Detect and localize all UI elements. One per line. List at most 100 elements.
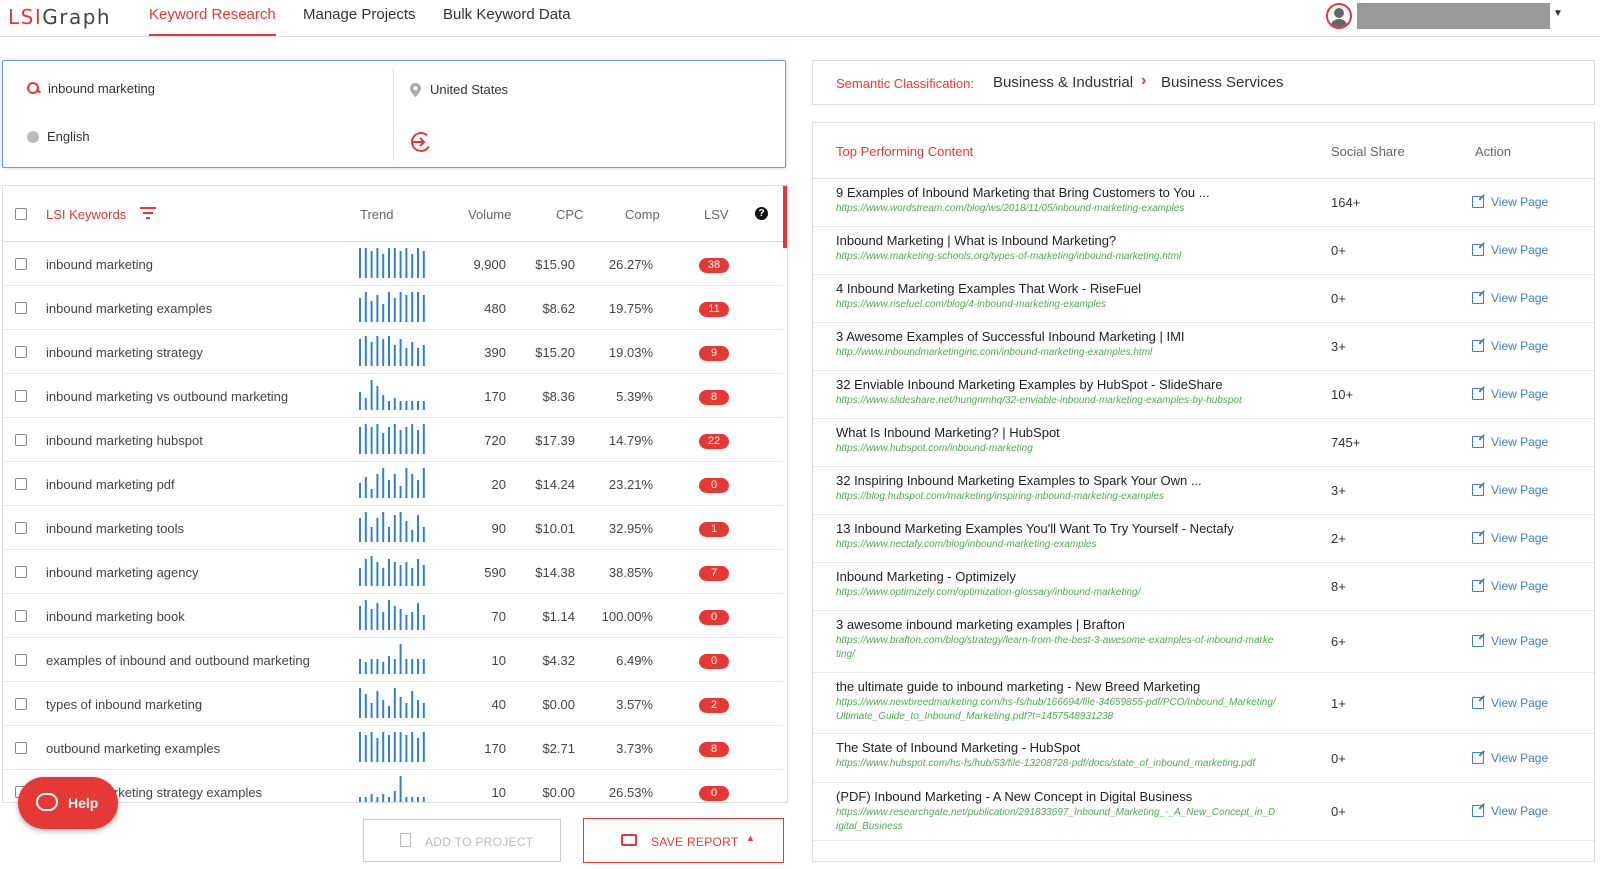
content-title[interactable]: (PDF) Inbound Marketing - A New Concept … [836, 789, 1192, 804]
content-title[interactable]: What Is Inbound Marketing? | HubSpot [836, 425, 1060, 440]
save-report-button[interactable]: SAVE REPORT ▲ [583, 818, 784, 863]
keyword-input[interactable]: inbound marketing [27, 81, 155, 96]
column-header-trend[interactable]: Trend [360, 207, 393, 222]
table-row[interactable]: examples of inbound and outbound marketi… [3, 638, 783, 682]
row-checkbox[interactable] [15, 698, 27, 710]
content-title[interactable]: 3 Awesome Examples of Successful Inbound… [836, 329, 1185, 344]
row-checkbox[interactable] [15, 346, 27, 358]
table-row[interactable]: inbound marketing 9,900 $15.90 26.27% 38 [3, 242, 783, 286]
content-url[interactable]: http://www.inboundmarketinginc.com/inbou… [836, 346, 1276, 360]
table-row[interactable]: outbound marketing examples 170 $2.71 3.73%… [3, 726, 783, 770]
view-page-link[interactable]: View Page [1472, 634, 1548, 648]
content-url[interactable]: https://blog.hubspot.com/marketing/inspi… [836, 490, 1276, 504]
keyword-cell[interactable]: inbound marketing hubspot [46, 433, 203, 448]
keyword-cell[interactable]: inbound marketing strategy [46, 345, 203, 360]
content-title[interactable]: Inbound Marketing - Optimizely [836, 569, 1016, 584]
row-checkbox[interactable] [15, 654, 27, 666]
table-row[interactable]: inbound marketing strategy examples 10 $0.… [3, 770, 783, 802]
view-page-link[interactable]: View Page [1472, 483, 1548, 497]
nav-manage-projects[interactable]: Manage Projects [303, 6, 416, 34]
content-url[interactable]: https://www.hubspot.com/hs-fs/hub/53/fil… [836, 757, 1276, 771]
nav-bulk-keyword-data[interactable]: Bulk Keyword Data [443, 6, 571, 34]
content-url[interactable]: https://www.optimizely.com/optimization-… [836, 586, 1276, 600]
chevron-down-icon[interactable]: ▼ [1553, 8, 1563, 19]
app-logo[interactable]: LSIGraph [8, 5, 111, 29]
avatar[interactable] [1326, 3, 1352, 29]
column-header-lsv[interactable]: LSV [704, 207, 729, 222]
view-page-link[interactable]: View Page [1472, 387, 1548, 401]
view-page-link[interactable]: View Page [1472, 435, 1548, 449]
view-page-link[interactable]: View Page [1472, 243, 1548, 257]
row-checkbox[interactable] [15, 258, 27, 270]
table-row[interactable]: inbound marketing tools 90 $10.01 32.95% 1 [3, 506, 783, 550]
content-url[interactable]: https://www.hubspot.com/inbound-marketin… [836, 442, 1276, 456]
keyword-cell[interactable]: types of inbound marketing [46, 697, 202, 712]
row-checkbox[interactable] [15, 610, 27, 622]
table-row[interactable]: inbound marketing examples 480 $8.62 19.75%… [3, 286, 783, 330]
row-checkbox[interactable] [15, 390, 27, 402]
table-row[interactable]: types of inbound marketing 40 $0.00 3.57% 2 [3, 682, 783, 726]
keyword-cell[interactable]: inbound marketing book [46, 609, 185, 624]
content-title[interactable]: 32 Enviable Inbound Marketing Examples b… [836, 377, 1223, 392]
location-select[interactable]: United States [410, 82, 508, 97]
row-checkbox[interactable] [15, 742, 27, 754]
table-row[interactable]: inbound marketing strategy 390 $15.20 19.03… [3, 330, 783, 374]
table-row[interactable]: inbound marketing vs outbound marketing 1… [3, 374, 783, 418]
add-to-project-button[interactable]: ADD TO PROJECT [363, 819, 561, 862]
table-row[interactable]: inbound marketing hubspot 720 $17.39 14.79%… [3, 418, 783, 462]
keyword-cell[interactable]: inbound marketing [46, 257, 153, 272]
nav-keyword-research[interactable]: Keyword Research [149, 6, 276, 36]
content-title[interactable]: 3 awesome inbound marketing examples | B… [836, 617, 1125, 632]
content-url[interactable]: https://www.risefuel.com/blog/4-inbound-… [836, 298, 1276, 312]
content-url[interactable]: https://www.newbreedmarketing.com/hs-fs/… [836, 696, 1276, 724]
row-checkbox[interactable] [15, 478, 27, 490]
user-name-redacted[interactable] [1357, 3, 1550, 29]
content-url[interactable]: https://www.slideshare.net/hungnmhq/32-e… [836, 394, 1276, 408]
keyword-cell[interactable]: outbound marketing examples [46, 741, 220, 756]
view-page-link[interactable]: View Page [1472, 531, 1548, 545]
row-checkbox[interactable] [15, 302, 27, 314]
search-submit-icon[interactable] [409, 130, 433, 154]
scrollbar-thumb[interactable] [783, 186, 787, 248]
content-url[interactable]: https://www.brafton.com/blog/strategy/le… [836, 634, 1276, 662]
table-row[interactable]: inbound marketing pdf 20 $14.24 23.21% 0 [3, 462, 783, 506]
table-row[interactable]: inbound marketing book 70 $1.14 100.00% 0 [3, 594, 783, 638]
content-title[interactable]: the ultimate guide to inbound marketing … [836, 679, 1200, 694]
row-checkbox[interactable] [15, 434, 27, 446]
table-row[interactable]: inbound marketing agency 590 $14.38 38.85% 7 [3, 550, 783, 594]
column-header-volume[interactable]: Volume [468, 207, 511, 222]
content-url[interactable]: https://www.researchgate.net/publication… [836, 806, 1276, 834]
keyword-cell[interactable]: examples of inbound and outbound marketi… [46, 653, 310, 668]
content-url[interactable]: https://www.nectafy.com/blog/inbound-mar… [836, 538, 1276, 552]
keyword-cell[interactable]: inbound marketing examples [46, 301, 212, 316]
content-title[interactable]: The State of Inbound Marketing - HubSpot [836, 740, 1080, 755]
view-page-link[interactable]: View Page [1472, 804, 1548, 818]
filter-icon[interactable] [140, 207, 156, 219]
language-select[interactable]: English [27, 129, 90, 144]
view-page-link[interactable]: View Page [1472, 195, 1548, 209]
select-all-checkbox[interactable] [15, 208, 27, 220]
view-page-link[interactable]: View Page [1472, 579, 1548, 593]
question-icon[interactable]: ? [755, 207, 768, 220]
content-title[interactable]: 4 Inbound Marketing Examples That Work -… [836, 281, 1141, 296]
view-page-link[interactable]: View Page [1472, 339, 1548, 353]
column-header-keyword[interactable]: LSI Keywords [46, 207, 126, 222]
column-header-comp[interactable]: Comp [625, 207, 660, 222]
help-button[interactable]: Help [18, 777, 118, 829]
row-checkbox[interactable] [15, 566, 27, 578]
row-checkbox[interactable] [15, 522, 27, 534]
keyword-cell[interactable]: inbound marketing tools [46, 521, 184, 536]
column-header-cpc[interactable]: CPC [556, 207, 583, 222]
keyword-cell[interactable]: inbound marketing pdf [46, 477, 175, 492]
keyword-cell[interactable]: inbound marketing vs outbound marketing [46, 389, 288, 404]
content-title[interactable]: Inbound Marketing | What is Inbound Mark… [836, 233, 1116, 248]
keyword-cell[interactable]: inbound marketing agency [46, 565, 199, 580]
view-page-link[interactable]: View Page [1472, 696, 1548, 710]
view-page-link[interactable]: View Page [1472, 751, 1548, 765]
content-url[interactable]: https://www.marketing-schools.org/types-… [836, 250, 1276, 264]
content-title[interactable]: 32 Inspiring Inbound Marketing Examples … [836, 473, 1202, 488]
content-title[interactable]: 13 Inbound Marketing Examples You'll Wan… [836, 521, 1234, 536]
content-title[interactable]: 9 Examples of Inbound Marketing that Bri… [836, 185, 1210, 200]
view-page-link[interactable]: View Page [1472, 291, 1548, 305]
content-url[interactable]: https://www.wordstream.com/blog/ws/2018/… [836, 202, 1276, 216]
